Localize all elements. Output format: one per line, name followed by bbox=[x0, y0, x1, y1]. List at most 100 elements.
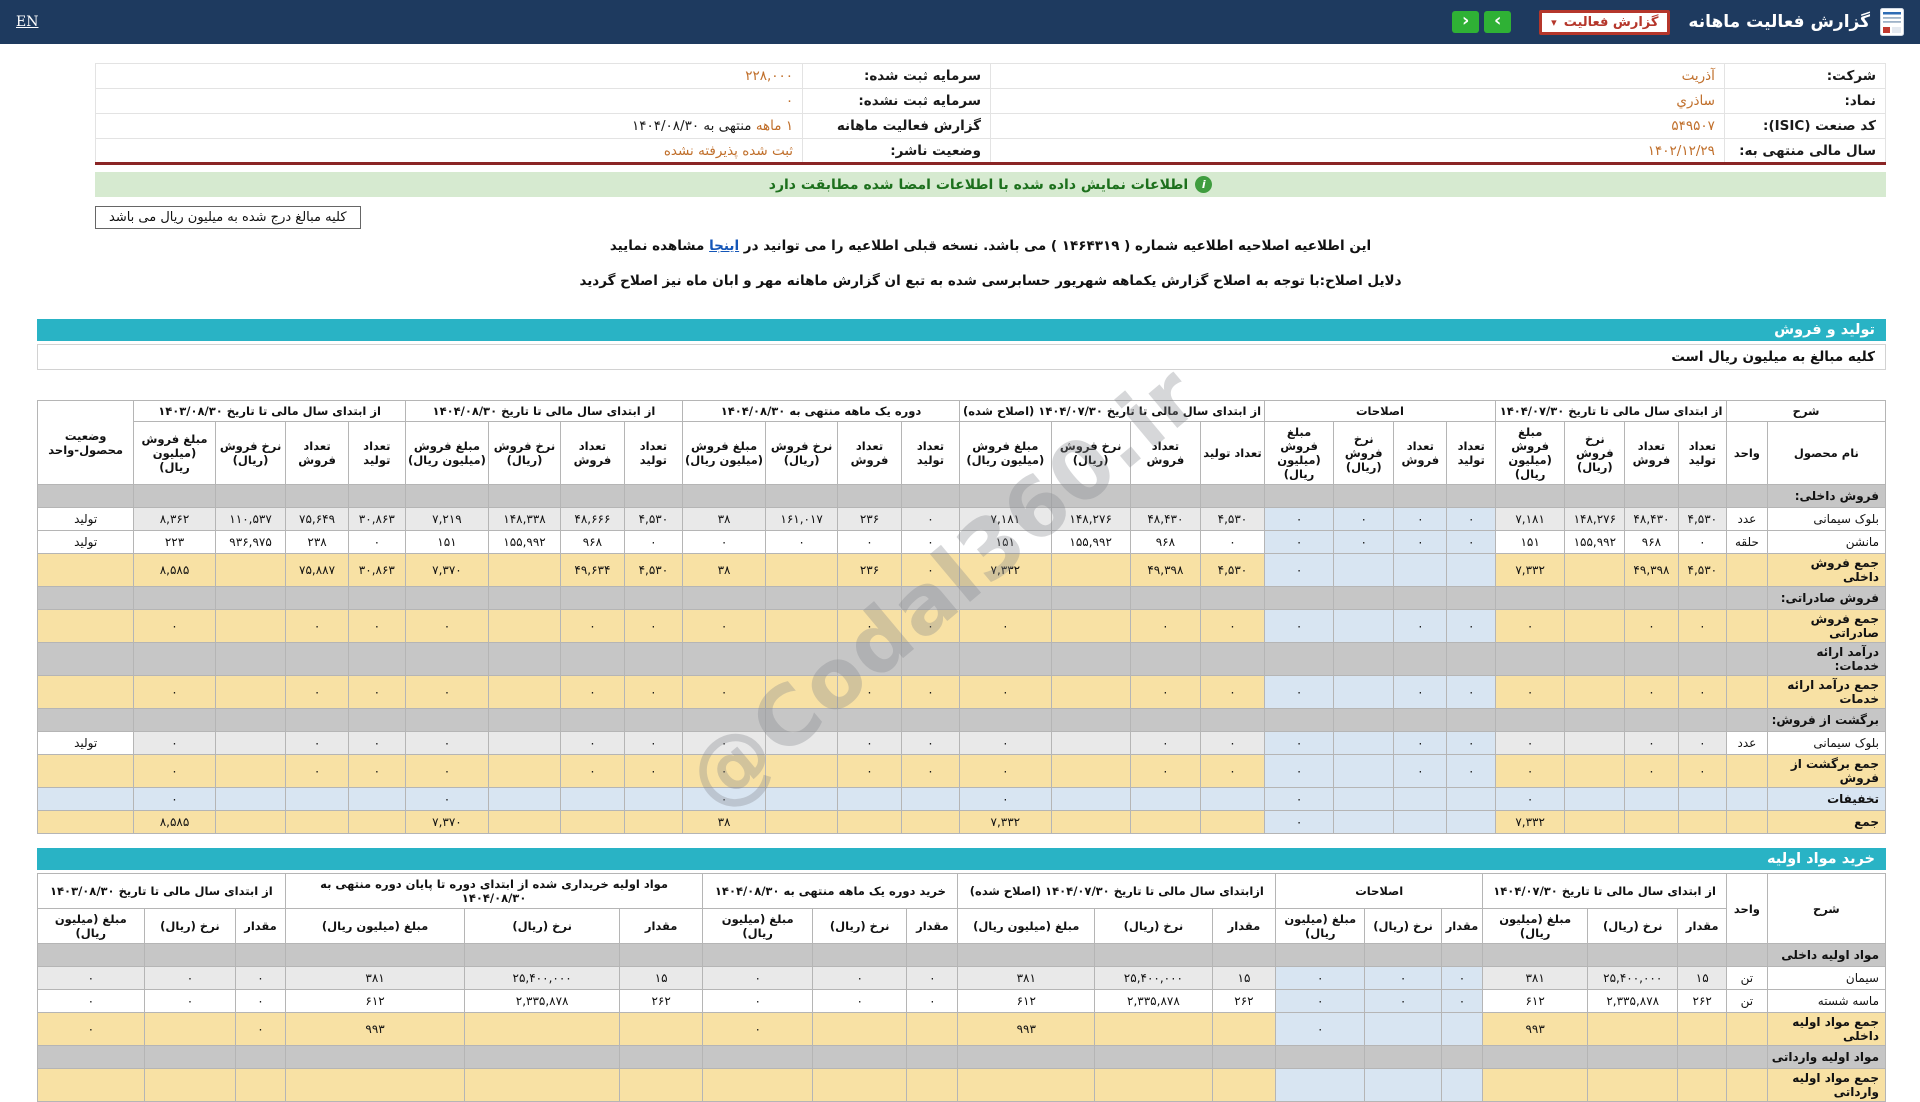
value-cell bbox=[1364, 943, 1442, 967]
value-cell: ۰ bbox=[1393, 675, 1448, 709]
value-cell bbox=[1564, 609, 1626, 643]
next-report-button[interactable]: › bbox=[1484, 11, 1512, 33]
value-cell: ۰ bbox=[404, 675, 490, 709]
value-cell bbox=[623, 586, 683, 610]
value-cell bbox=[1587, 1068, 1679, 1102]
value-cell: ۰ bbox=[837, 754, 902, 788]
info-label: کد صنعت (ISIC): bbox=[1723, 113, 1887, 139]
value-cell bbox=[214, 553, 287, 587]
value-cell: ۰ bbox=[702, 989, 813, 1013]
value-cell bbox=[1446, 810, 1497, 834]
value-cell bbox=[623, 484, 683, 508]
unit-cell bbox=[1726, 484, 1768, 508]
value-cell: ۰ bbox=[1624, 731, 1679, 755]
value-cell: ۲,۳۳۵,۸۷۸ bbox=[464, 989, 620, 1013]
table-row: بلوک سیمانی عدد ۰ ۰ ۰ ۰ ۰ ۰ ۰ ۰ ۰ ۰ ۰ ۰ ۰ ۰ ۰ ۰ ۰ ۰ تولید bbox=[36, 731, 1887, 755]
row-label-cell: جمع فروش داخلی bbox=[1766, 553, 1887, 587]
header-cell: واحد bbox=[1726, 421, 1768, 485]
value-cell: ۰ bbox=[837, 675, 902, 709]
value-cell bbox=[1446, 553, 1497, 587]
value-cell bbox=[1364, 1045, 1442, 1069]
language-toggle-en[interactable]: EN bbox=[16, 14, 38, 30]
value-cell: ۰ bbox=[702, 966, 813, 990]
value-cell: ۳۸ bbox=[681, 810, 767, 834]
value-cell bbox=[900, 484, 961, 508]
value-cell bbox=[133, 484, 216, 508]
value-cell bbox=[1624, 787, 1679, 811]
status-cell bbox=[36, 810, 135, 834]
info-label: سال مالی منتهی به: bbox=[1723, 138, 1887, 164]
previous-version-link[interactable]: اینجا bbox=[709, 238, 739, 254]
value-cell: ۴۹,۳۹۸ bbox=[1129, 553, 1201, 587]
header-cell: از ابتدای سال مالی تا تاریخ ۱۴۰۴/۰۸/۳۰ bbox=[404, 400, 683, 422]
value-cell bbox=[133, 708, 216, 732]
header-cell: مبلغ (میلیون ریال) bbox=[284, 908, 466, 944]
section-header-production: تولید و فروش bbox=[37, 319, 1886, 341]
value-cell: ۴,۵۳۰ bbox=[1677, 507, 1728, 531]
value-cell: ۰ bbox=[1677, 530, 1728, 554]
row-label-cell: جمع مواد اولیه داخلی bbox=[1766, 1012, 1887, 1046]
info-row: شرکت: آذریت سرمایه ثبت شده: ۲۲۸,۰۰۰ bbox=[94, 63, 1887, 89]
value-cell bbox=[404, 586, 490, 610]
value-cell bbox=[214, 787, 287, 811]
value-cell bbox=[1482, 1068, 1589, 1102]
header-cell: نرخ فروش (ریال) bbox=[1564, 421, 1626, 485]
info-row: سال مالی منتهی به: ۱۴۰۲/۱۲/۲۹ وضعیت ناشر: ث… bbox=[94, 138, 1887, 164]
report-type-dropdown[interactable]: گزارش فعالیت ▾ bbox=[1539, 9, 1671, 35]
value-cell: ۰ bbox=[1393, 609, 1448, 643]
info-value: ۱۴۰۲/۱۲/۲۹ bbox=[990, 138, 1725, 164]
value-cell: ۴۸,۴۳۰ bbox=[1624, 507, 1679, 531]
value-cell: ۰ bbox=[811, 989, 908, 1013]
value-cell: ۰ bbox=[404, 731, 490, 755]
value-cell bbox=[464, 1068, 620, 1102]
info-icon: i bbox=[1195, 176, 1213, 193]
header-cell: خرید دوره یک ماهه منتهی به ۱۴۰۴/۰۸/۳۰ bbox=[702, 873, 959, 909]
value-cell: ۰ bbox=[1677, 675, 1728, 709]
amendment-text-post: مشاهده نمایید bbox=[609, 238, 710, 254]
value-cell bbox=[1129, 810, 1201, 834]
production-sales-table: شرح از ابتدای سال مالی تا تاریخ ۱۴۰۴/۰۷/۳… bbox=[36, 400, 1887, 834]
value-cell bbox=[133, 586, 216, 610]
value-cell: ۹۶۸ bbox=[1129, 530, 1201, 554]
value-cell bbox=[1393, 586, 1448, 610]
previous-report-button[interactable]: ‹ bbox=[1452, 11, 1480, 33]
unit-cell bbox=[1726, 642, 1768, 676]
value-cell: ۱۱۰,۵۳۷ bbox=[214, 507, 287, 531]
chevron-down-icon: ▾ bbox=[1551, 15, 1557, 29]
value-cell bbox=[1624, 810, 1679, 834]
value-cell: ۲۳۶ bbox=[837, 507, 902, 531]
value-cell bbox=[623, 642, 683, 676]
value-cell bbox=[1094, 1068, 1213, 1102]
value-cell: ۶۱۲ bbox=[957, 989, 1096, 1013]
value-cell bbox=[702, 1068, 813, 1102]
value-cell bbox=[1199, 586, 1265, 610]
unit-cell: حلقه bbox=[1726, 530, 1768, 554]
status-cell bbox=[36, 609, 135, 643]
value-cell: ۶۱۲ bbox=[1482, 989, 1589, 1013]
value-cell bbox=[347, 810, 406, 834]
value-cell bbox=[1050, 675, 1131, 709]
info-value: ۰ bbox=[94, 88, 804, 114]
value-cell bbox=[560, 708, 625, 732]
value-cell bbox=[560, 810, 625, 834]
value-cell: ۰ bbox=[347, 609, 406, 643]
table-row: برگشت از فروش: bbox=[36, 708, 1887, 732]
status-cell: تولید bbox=[36, 507, 135, 531]
value-cell bbox=[811, 1012, 908, 1046]
value-cell bbox=[1333, 642, 1395, 676]
value-cell: ۹۶۸ bbox=[560, 530, 625, 554]
value-cell: ۴,۵۳۰ bbox=[1677, 553, 1728, 587]
value-cell bbox=[560, 586, 625, 610]
value-cell bbox=[1129, 484, 1201, 508]
value-cell bbox=[681, 586, 767, 610]
unit-cell bbox=[1726, 810, 1768, 834]
value-cell: ۰ bbox=[1129, 609, 1201, 643]
value-cell: ۰ bbox=[1446, 675, 1497, 709]
value-cell: ۸,۵۸۵ bbox=[133, 810, 216, 834]
header-cell: تعداد تولید bbox=[1677, 421, 1728, 485]
value-cell: ۰ bbox=[959, 609, 1052, 643]
value-cell: ۰ bbox=[285, 609, 349, 643]
value-cell: ۰ bbox=[959, 754, 1052, 788]
value-cell: ۰ bbox=[959, 731, 1052, 755]
value-cell: ۸,۵۸۵ bbox=[133, 553, 216, 587]
